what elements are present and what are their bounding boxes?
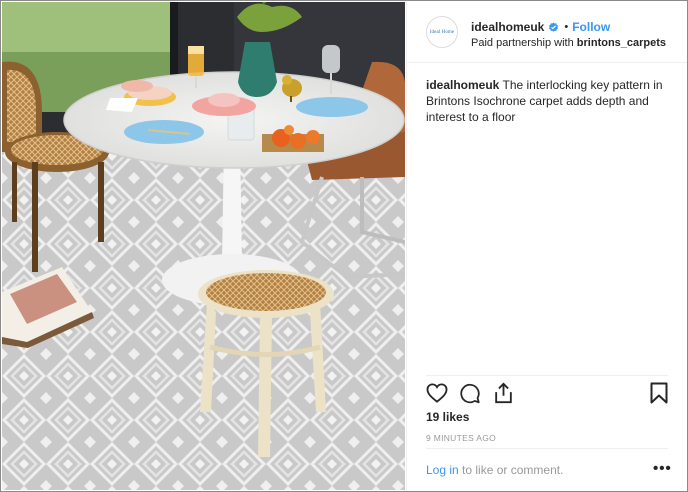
login-suffix: to like or comment. [458, 463, 564, 477]
post-caption: idealhomeuk The interlocking key pattern… [426, 77, 671, 125]
paid-partnership-label: Paid partnership with brintons_carpets [471, 37, 666, 49]
login-link[interactable]: Log in [426, 463, 459, 477]
username-link[interactable]: idealhomeuk [471, 20, 544, 34]
avatar-logo-text: Ideal Home [429, 29, 455, 35]
post-photo[interactable] [2, 2, 405, 490]
bookmark-icon[interactable] [650, 382, 668, 404]
more-options-icon[interactable]: ••• [653, 460, 672, 477]
partnership-prefix: Paid partnership with [471, 37, 574, 49]
divider [426, 448, 668, 449]
caption-username[interactable]: idealhomeuk [426, 78, 499, 92]
instagram-post: Ideal Home idealhomeuk • Follow Paid par… [0, 0, 688, 492]
comment-icon[interactable] [459, 383, 481, 404]
avatar[interactable]: Ideal Home [426, 16, 458, 48]
heart-icon[interactable] [426, 383, 448, 403]
username-row: idealhomeuk • Follow [471, 19, 610, 35]
divider [426, 375, 668, 376]
verified-badge-icon [549, 21, 559, 32]
post-header: Ideal Home idealhomeuk • Follow Paid par… [407, 2, 687, 63]
partner-link[interactable]: brintons_carpets [577, 37, 666, 49]
follow-button[interactable]: Follow [572, 20, 610, 34]
separator-dot: • [564, 21, 569, 33]
post-timestamp[interactable]: 9 MINUTES AGO [426, 433, 496, 443]
post-details-panel: Ideal Home idealhomeuk • Follow Paid par… [406, 2, 687, 490]
share-icon[interactable] [493, 382, 514, 404]
login-prompt: Log in to like or comment. [426, 463, 563, 477]
likes-count[interactable]: 19 likes [426, 410, 469, 424]
